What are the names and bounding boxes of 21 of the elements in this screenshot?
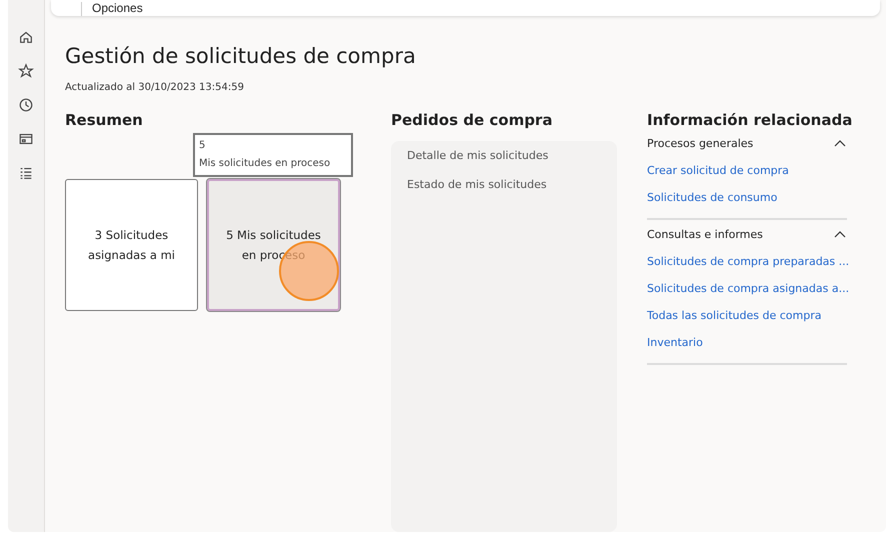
- related-link[interactable]: Crear solicitud de compra: [647, 164, 847, 177]
- tooltip-label: Mis solicitudes en proceso: [199, 157, 332, 171]
- list-item[interactable]: Estado de mis solicitudes: [407, 178, 617, 191]
- list-item[interactable]: Detalle de mis solicitudes: [407, 149, 617, 162]
- section-heading: Información relacionada: [647, 111, 854, 129]
- collapse-icon[interactable]: [833, 138, 847, 148]
- collapse-icon[interactable]: [833, 230, 847, 240]
- related-link[interactable]: Todas las solicitudes de compra: [647, 309, 847, 322]
- related-link[interactable]: Solicitudes de compra asignadas a...: [647, 282, 847, 295]
- section-heading: Resumen: [65, 111, 144, 129]
- related-link[interactable]: Inventario: [647, 336, 847, 349]
- section-heading: Pedidos de compra: [391, 111, 554, 129]
- related-link[interactable]: Solicitudes de compra preparadas ...: [647, 255, 847, 268]
- updated-text: Actualizado al 30/10/2023 13:54:59: [65, 82, 245, 93]
- related-link[interactable]: Solicitudes de consumo: [647, 191, 847, 204]
- page-title: Gestión de solicitudes de compra: [65, 44, 417, 68]
- tooltip-count: 5: [199, 139, 206, 153]
- group-title: Procesos generales: [647, 137, 754, 150]
- summary-tile[interactable]: 3 Solicitudes asignadas a mi: [65, 179, 198, 311]
- options-button[interactable]: Opciones: [81, 2, 143, 16]
- group-title: Consultas e informes: [647, 228, 763, 241]
